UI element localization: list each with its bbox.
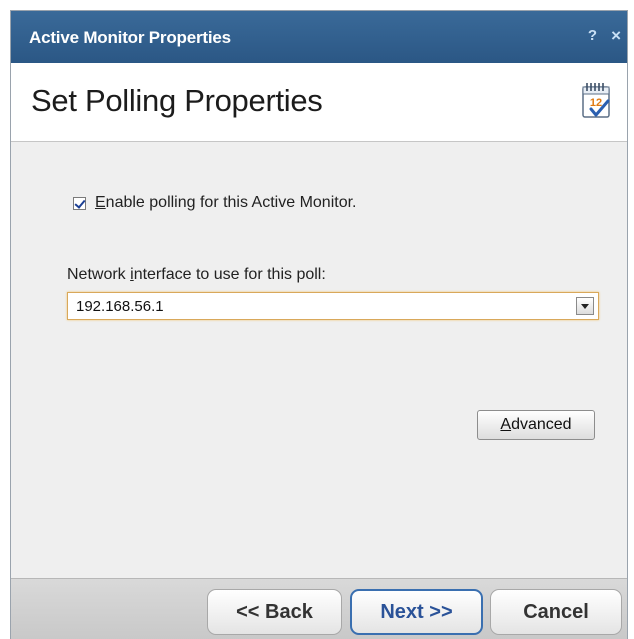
enable-polling-access-key: E [95,194,106,211]
help-icon[interactable]: ? [588,27,597,44]
advanced-button-label: dvanced [511,416,572,433]
close-icon[interactable]: × [611,26,621,46]
back-button[interactable]: << Back [207,589,342,635]
network-interface-select[interactable]: 192.168.56.1 [67,292,599,320]
title-bar[interactable]: Active Monitor Properties ? × [11,11,627,63]
enable-polling-checkbox[interactable] [73,196,86,210]
content-panel: Enable polling for this Active Monitor. … [11,142,627,578]
window-title: Active Monitor Properties [29,28,231,47]
calendar-icon-number: 12 [590,97,602,109]
advanced-access-key: A [500,416,512,433]
enable-polling-label[interactable]: Enable polling for this Active Monitor. [95,194,356,212]
enable-polling-label-text: nable polling for this Active Monitor. [105,194,357,211]
network-interface-value: 192.168.56.1 [76,298,164,315]
advanced-button[interactable]: Advanced [477,410,595,440]
calendar-check-icon: 12 [582,83,610,118]
next-button[interactable]: Next >> [350,589,483,635]
wizard-footer: << Back Next >> Cancel [11,578,627,639]
active-monitor-properties-dialog: Active Monitor Properties ? × Set Pollin… [10,10,628,639]
page-title: Set Polling Properties [31,83,323,118]
network-interface-label-after: nterface to use for this poll: [133,266,326,283]
cancel-button[interactable]: Cancel [490,589,622,635]
network-interface-label-before: Network [67,266,131,283]
network-interface-label: Network interface to use for this poll: [67,266,326,284]
enable-polling-row[interactable]: Enable polling for this Active Monitor. [73,194,356,212]
page-header: Set Polling Properties 12 [11,63,627,142]
chevron-down-icon[interactable] [576,297,594,315]
